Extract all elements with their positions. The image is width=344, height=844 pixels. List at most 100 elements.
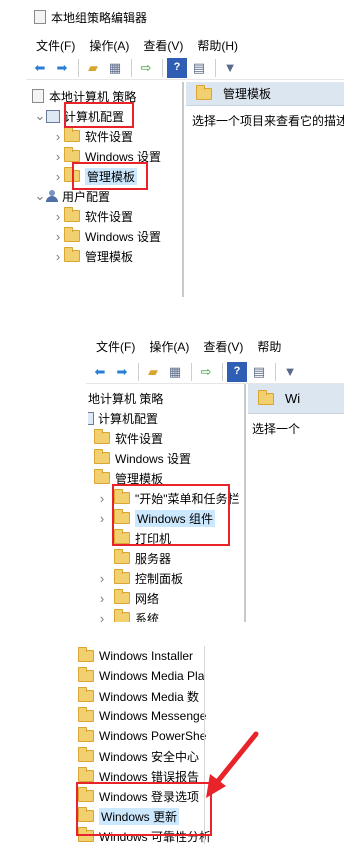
folder-icon [94, 449, 110, 464]
tree-user-config-label: 用户配置 [62, 189, 111, 204]
folder-icon [94, 429, 110, 444]
folder-icon [114, 549, 130, 564]
tree-computer-config-label: 计算机配置 [98, 411, 159, 426]
list-item[interactable]: Windows Installer [78, 646, 193, 666]
forward-arrow-icon[interactable]: ➡ [112, 362, 132, 382]
tree-user-windows-settings[interactable]: › Windows 设置 [52, 226, 161, 246]
show-hide-tree-icon[interactable]: ▦ [165, 362, 185, 382]
tree-user-admin-templates-label: 管理模板 [85, 249, 134, 264]
folder-icon [64, 127, 80, 142]
tree-root-label: 地计算机 策略 [88, 391, 164, 406]
toolbar-separator [131, 58, 132, 77]
list-item[interactable]: Windows PowerShe [78, 726, 206, 746]
up-folder-icon[interactable]: ▰ [83, 58, 103, 78]
tree-computer-config[interactable]: 计算机配置 [88, 408, 158, 428]
list-item[interactable]: Windows Media 数 [78, 686, 199, 706]
list-item[interactable]: Windows Messenge [78, 706, 206, 726]
chevron-down-icon[interactable]: ⌄ [34, 188, 46, 204]
folder-icon [78, 747, 94, 762]
export-list-icon[interactable]: ⇨ [196, 362, 216, 382]
help-icon[interactable]: ? [227, 361, 247, 382]
tree-root[interactable]: 地计算机 策略 [88, 388, 163, 408]
menu-view[interactable]: 查看(V) [203, 338, 243, 355]
tree-software-settings[interactable]: 软件设置 [94, 428, 163, 448]
folder-icon [196, 84, 212, 100]
folder-icon [78, 667, 94, 682]
menu-file[interactable]: 文件(F) [36, 37, 75, 54]
tree-windows-settings[interactable]: Windows 设置 [94, 448, 191, 468]
chevron-right-icon[interactable]: › [52, 249, 64, 264]
highlight-computer-config [64, 102, 134, 128]
user-icon [46, 189, 58, 203]
menu-file[interactable]: 文件(F) [96, 338, 135, 355]
toolbar-separator [78, 58, 79, 77]
menu-action[interactable]: 操作(A) [149, 338, 189, 355]
tree-software-settings[interactable]: › 软件设置 [52, 126, 133, 146]
folder-icon [258, 389, 274, 405]
chevron-right-icon[interactable]: › [96, 491, 108, 506]
detail-pane: 管理模板 选择一个项目来查看它的描述 [186, 82, 344, 297]
window-title: 本地组策略编辑器 [51, 10, 148, 25]
highlight-windows-update [76, 782, 212, 836]
screenshot-panel-3: Windows Installer Windows Media Pla Wind… [72, 646, 344, 844]
toolbar-separator [162, 58, 163, 77]
menu-help[interactable]: 帮助(H) [197, 37, 238, 54]
export-list-icon[interactable]: ⇨ [136, 58, 156, 78]
tree-user-admin-templates[interactable]: › 管理模板 [52, 246, 133, 266]
show-hide-tree-icon[interactable]: ▦ [105, 58, 125, 78]
folder-icon [64, 227, 80, 242]
menu-help[interactable]: 帮助 [257, 338, 281, 355]
list-item-label: Windows Installer [99, 649, 194, 663]
filter-icon[interactable]: ▼ [220, 58, 240, 78]
pane-splitter[interactable] [182, 82, 184, 297]
tree-network[interactable]: › 网络 [96, 588, 159, 608]
folder-icon [64, 207, 80, 222]
detail-description: 选择一个项目来查看它的描述 [192, 114, 344, 128]
properties-icon[interactable]: ▤ [249, 362, 269, 382]
toolbar-separator [275, 362, 276, 381]
chevron-down-icon[interactable]: ⌄ [34, 108, 46, 124]
up-folder-icon[interactable]: ▰ [143, 362, 163, 382]
folder-icon [78, 767, 94, 782]
list-item[interactable]: Windows 安全中心 [78, 746, 199, 766]
tree-software-settings-label: 软件设置 [85, 129, 134, 144]
tree-system-label: 系统 [135, 611, 160, 623]
screenshot-panel-1: 本地组策略编辑器 文件(F) 操作(A) 查看(V) 帮助(H) ⬅ ➡ ▰ ▦… [26, 0, 344, 297]
pane-splitter[interactable] [244, 384, 246, 622]
tree-server[interactable]: 服务器 [96, 548, 171, 568]
chevron-right-icon[interactable]: › [96, 511, 108, 526]
chevron-right-icon[interactable]: › [96, 611, 108, 623]
menu-action[interactable]: 操作(A) [89, 37, 129, 54]
tree-user-software-settings-label: 软件设置 [85, 209, 134, 224]
forward-arrow-icon[interactable]: ➡ [52, 58, 72, 78]
menu-view[interactable]: 查看(V) [143, 37, 183, 54]
help-icon[interactable]: ? [167, 57, 187, 78]
tree-control-panel[interactable]: › 控制面板 [96, 568, 183, 588]
tree-system[interactable]: › 系统 [96, 608, 159, 622]
screenshot-panel-2: 文件(F) 操作(A) 查看(V) 帮助 ⬅ ➡ ▰ ▦ ⇨ ? ▤ ▼ 地计算… [86, 332, 344, 622]
folder-icon [64, 247, 80, 262]
toolbar-separator [215, 58, 216, 77]
list-item[interactable]: Windows Media Pla [78, 666, 204, 686]
chevron-right-icon[interactable]: › [52, 209, 64, 224]
folder-icon [78, 727, 94, 742]
properties-icon[interactable]: ▤ [189, 58, 209, 78]
tree-user-software-settings[interactable]: › 软件设置 [52, 206, 133, 226]
tree-control-panel-label: 控制面板 [135, 571, 184, 586]
chevron-right-icon[interactable]: › [52, 229, 64, 244]
menu-bar: 文件(F) 操作(A) 查看(V) 帮助 [86, 332, 344, 360]
filter-icon[interactable]: ▼ [280, 362, 300, 382]
tree-server-label: 服务器 [135, 551, 172, 566]
computer-icon [46, 109, 60, 123]
detail-header: 管理模板 [186, 82, 344, 106]
chevron-right-icon[interactable]: › [96, 591, 108, 606]
back-arrow-icon[interactable]: ⬅ [30, 58, 50, 78]
list-item-label: Windows PowerShe [99, 729, 207, 743]
folder-icon [64, 147, 80, 162]
chevron-right-icon[interactable]: › [52, 169, 64, 184]
chevron-right-icon[interactable]: › [52, 129, 64, 144]
chevron-right-icon[interactable]: › [96, 571, 108, 586]
chevron-right-icon[interactable]: › [52, 149, 64, 164]
highlight-admin-templates [72, 162, 148, 190]
back-arrow-icon[interactable]: ⬅ [90, 362, 110, 382]
